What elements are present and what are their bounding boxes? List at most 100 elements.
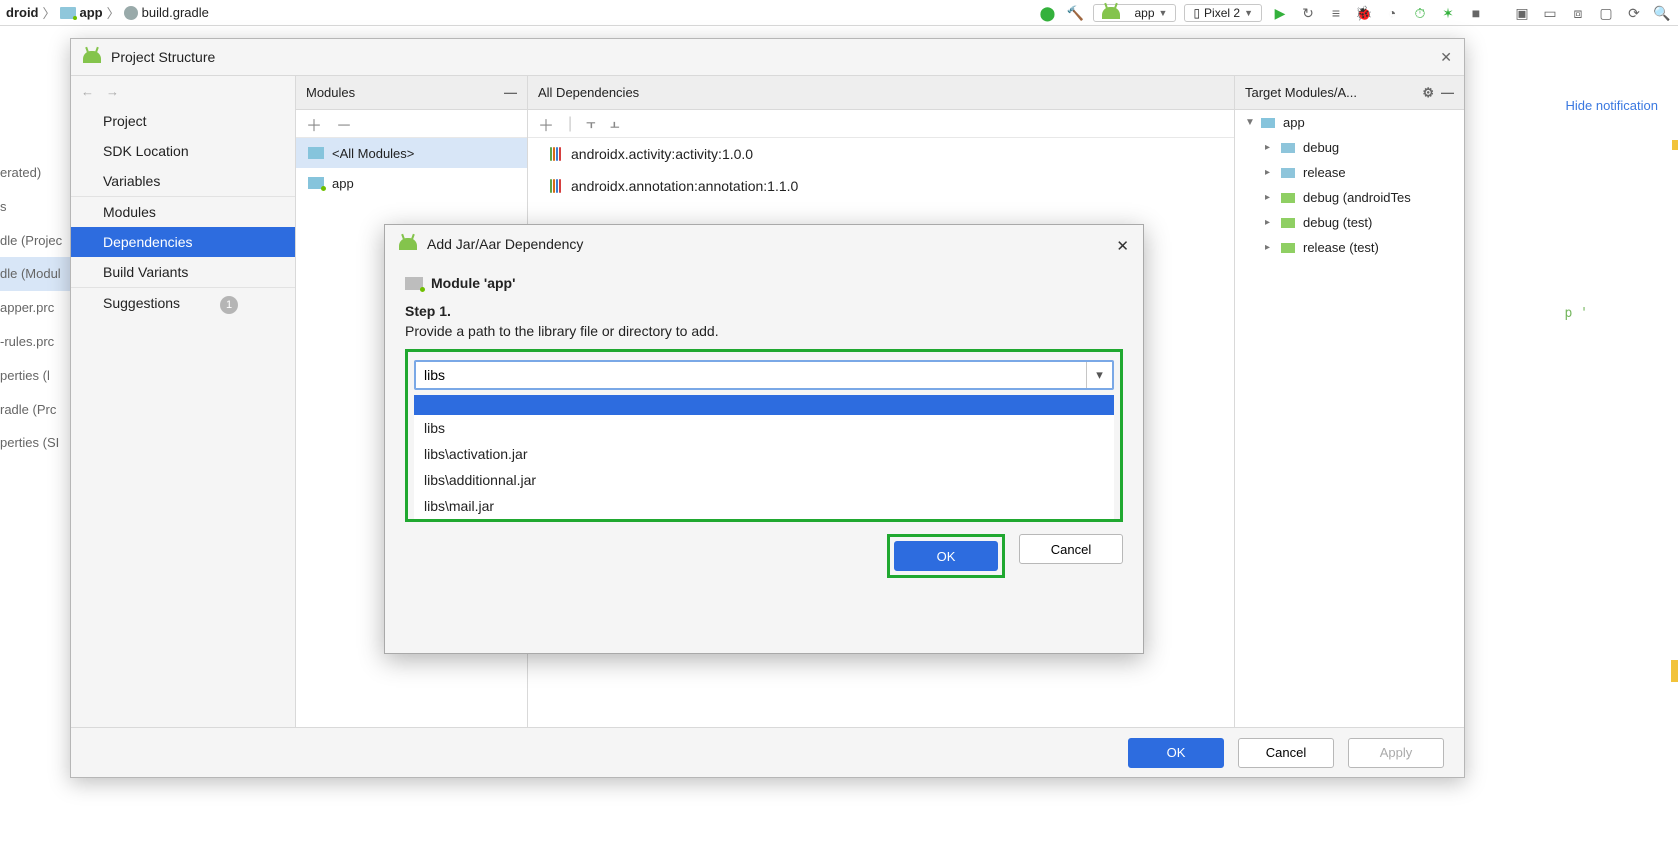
- add-dependency-icon[interactable]: ＋: [538, 112, 554, 136]
- module-all[interactable]: <All Modules>: [296, 138, 527, 168]
- library-icon: [550, 179, 561, 193]
- minimize-icon[interactable]: —: [1441, 85, 1454, 100]
- coverage-icon[interactable]: ◔: [1382, 3, 1402, 23]
- module-folder-icon: [405, 277, 423, 290]
- add-module-icon[interactable]: ＋: [306, 112, 322, 136]
- target-debug-test[interactable]: ▸debug (test): [1235, 210, 1464, 235]
- ps-ok-button[interactable]: OK: [1128, 738, 1224, 768]
- nav-suggestions[interactable]: Suggestions1: [71, 288, 295, 321]
- sync-icon[interactable]: ⟳: [1624, 3, 1644, 23]
- highlight-frame-ok: OK: [887, 534, 1005, 578]
- nav-fwd-icon[interactable]: →: [106, 84, 119, 99]
- sdk-manager-icon[interactable]: ▭: [1540, 3, 1560, 23]
- avd-manager-icon[interactable]: ▣: [1512, 3, 1532, 23]
- dropdown-option[interactable]: libs\activation.jar: [414, 441, 1114, 467]
- dependency-row[interactable]: androidx.annotation:annotation:1.1.0: [528, 170, 1234, 202]
- android-head-icon: [1102, 7, 1120, 19]
- folder-icon: [1281, 218, 1295, 228]
- breadcrumb-seg-file[interactable]: build.gradle: [142, 5, 209, 20]
- hide-notification-link[interactable]: Hide notification: [1566, 98, 1659, 113]
- nav-modules[interactable]: Modules: [71, 197, 295, 227]
- folder-icon: [308, 147, 324, 159]
- device-label: Pixel 2: [1204, 6, 1240, 20]
- dialog-titlebar[interactable]: Project Structure ✕: [71, 39, 1464, 75]
- folder-icon: [1281, 143, 1295, 153]
- jar-dialog-title: Add Jar/Aar Dependency: [427, 236, 583, 252]
- nav-project[interactable]: Project: [71, 106, 295, 136]
- breadcrumb-seg-app[interactable]: app: [80, 5, 103, 20]
- project-tree-fragment: erated) s dle (Projec dle (Modul apper.p…: [0, 56, 70, 460]
- jar-dialog-titlebar[interactable]: Add Jar/Aar Dependency ✕: [385, 225, 1143, 263]
- target-debug[interactable]: ▸debug: [1235, 135, 1464, 160]
- settings-icon[interactable]: ⚙: [1422, 85, 1434, 101]
- device-selector[interactable]: ▯ Pixel 2 ▼: [1184, 4, 1262, 22]
- ps-dialog-footer: OK Cancel Apply: [71, 727, 1464, 777]
- apply-code-icon[interactable]: ≡: [1326, 3, 1346, 23]
- dropdown-option[interactable]: libs: [414, 415, 1114, 441]
- folder-icon: [1281, 168, 1295, 178]
- folder-icon: [1281, 243, 1295, 253]
- gutter-marker-2: [1671, 660, 1678, 682]
- ps-cancel-button[interactable]: Cancel: [1238, 738, 1334, 768]
- gradle-icon: [124, 6, 138, 20]
- dropdown-option[interactable]: [414, 395, 1114, 415]
- jar-module-label: Module 'app': [431, 275, 515, 291]
- run-config-selector[interactable]: app ▼: [1093, 4, 1176, 22]
- jar-cancel-button[interactable]: Cancel: [1019, 534, 1123, 564]
- nav-variables[interactable]: Variables: [71, 166, 295, 196]
- dialog-title: Project Structure: [111, 49, 215, 65]
- target-debug-androidtest[interactable]: ▸debug (androidTes: [1235, 185, 1464, 210]
- run-icon[interactable]: ▶: [1270, 3, 1290, 23]
- dropdown-option[interactable]: libs\mail.jar: [414, 493, 1114, 519]
- run-config-label: app: [1134, 6, 1154, 20]
- remove-module-icon[interactable]: －: [336, 112, 352, 136]
- stop-icon[interactable]: ■: [1466, 3, 1486, 23]
- folder-icon: [60, 7, 76, 19]
- jar-dialog-footer: OK Cancel: [385, 522, 1143, 590]
- folder-icon: [1261, 118, 1275, 128]
- apply-changes-icon[interactable]: ↻: [1298, 3, 1318, 23]
- hammer-icon[interactable]: 🔨: [1065, 3, 1085, 23]
- nav-build-variants[interactable]: Build Variants: [71, 257, 295, 287]
- folder-icon: [1281, 193, 1295, 203]
- target-release-test[interactable]: ▸release (test): [1235, 235, 1464, 260]
- minimize-icon[interactable]: —: [504, 85, 517, 100]
- search-icon[interactable]: 🔍: [1652, 3, 1672, 23]
- jar-ok-button[interactable]: OK: [894, 541, 998, 571]
- target-release[interactable]: ▸release: [1235, 160, 1464, 185]
- modules-panel-title: Modules: [306, 85, 355, 100]
- module-app[interactable]: app: [296, 168, 527, 198]
- highlight-frame-input: ▾ libs libs\activation.jar libs\addition…: [405, 349, 1123, 522]
- library-icon: [550, 147, 561, 161]
- top-toolbar: ⬤ 🔨 app ▼ ▯ Pixel 2 ▼ ▶ ↻ ≡ 🐞 ◔ ⏱ ✶ ■ ▣ …: [1037, 0, 1672, 26]
- add-jar-dialog: Add Jar/Aar Dependency ✕ Module 'app' St…: [384, 224, 1144, 654]
- profiler-icon[interactable]: ⏱: [1410, 3, 1430, 23]
- collapse-all-icon[interactable]: ⫠: [610, 115, 620, 133]
- nav-dependencies[interactable]: Dependencies: [71, 227, 295, 257]
- expand-all-icon[interactable]: ⫟: [586, 115, 596, 133]
- target-app[interactable]: ▼app: [1235, 110, 1464, 135]
- dropdown-toggle-icon[interactable]: ▾: [1086, 362, 1112, 388]
- layout-inspector-icon[interactable]: ▢: [1596, 3, 1616, 23]
- path-dropdown: libs libs\activation.jar libs\additionna…: [414, 395, 1114, 519]
- path-input[interactable]: [416, 362, 1086, 388]
- dropdown-option[interactable]: libs\additionnal.jar: [414, 467, 1114, 493]
- ps-sidebar: ← → Project SDK Location Variables Modul…: [71, 76, 296, 727]
- android-icon[interactable]: ⬤: [1037, 3, 1057, 23]
- resource-manager-icon[interactable]: ⧈: [1568, 3, 1588, 23]
- close-icon[interactable]: ✕: [1116, 237, 1129, 255]
- nav-back-icon[interactable]: ←: [81, 84, 94, 99]
- attach-debugger-icon[interactable]: ✶: [1438, 3, 1458, 23]
- ps-apply-button[interactable]: Apply: [1348, 738, 1444, 768]
- deps-panel-title: All Dependencies: [538, 85, 639, 100]
- debug-icon[interactable]: 🐞: [1354, 3, 1374, 23]
- android-head-icon: [83, 51, 101, 63]
- breadcrumb-seg-root[interactable]: droid: [6, 5, 39, 20]
- path-combobox[interactable]: ▾: [414, 360, 1114, 390]
- android-head-icon: [399, 238, 417, 250]
- suggestions-badge: 1: [220, 296, 238, 314]
- targets-panel: Target Modules/A... ⚙ — ▼app ▸debug ▸rel…: [1234, 76, 1464, 727]
- close-icon[interactable]: ✕: [1440, 49, 1452, 66]
- dependency-row[interactable]: androidx.activity:activity:1.0.0: [528, 138, 1234, 170]
- nav-sdk[interactable]: SDK Location: [71, 136, 295, 166]
